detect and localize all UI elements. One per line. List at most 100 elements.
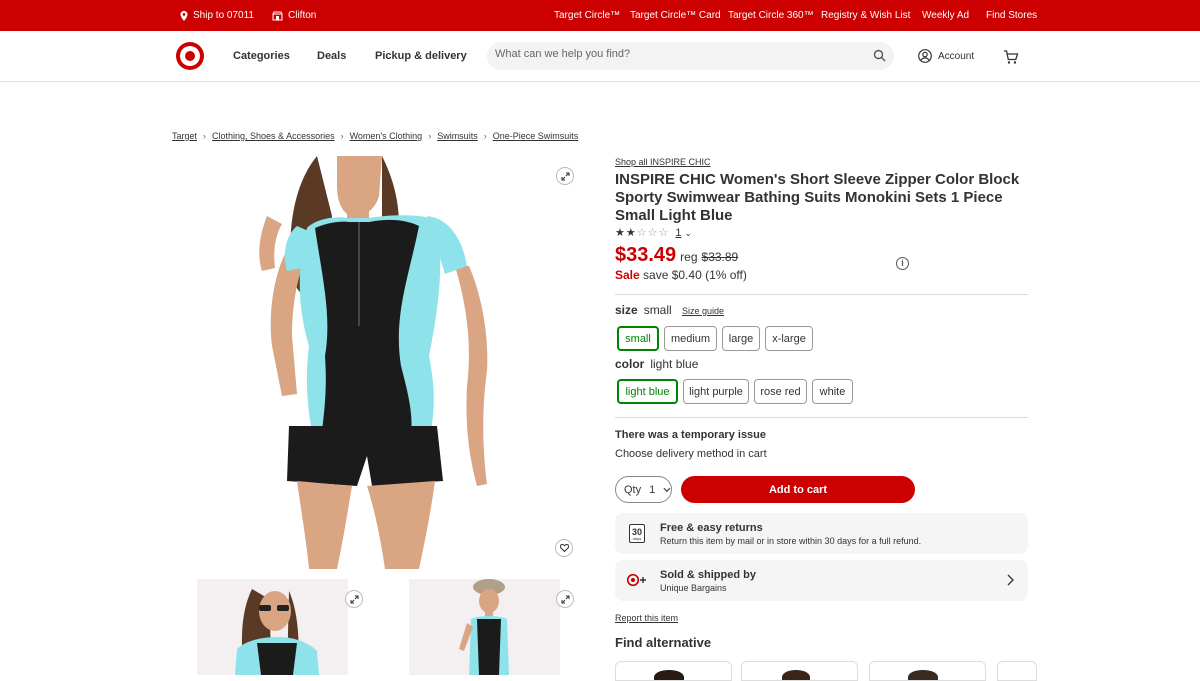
search-icon[interactable] (873, 49, 886, 62)
seller-card[interactable]: Sold & shipped by Unique Bargains (615, 560, 1028, 601)
size-heading: size (615, 303, 638, 317)
fulfillment-choose-text: Choose delivery method in cart (615, 448, 767, 460)
main-product-image[interactable] (197, 156, 577, 569)
price-block: $33.49 reg $33.89 (615, 244, 738, 267)
expand-thumbnail-2-button[interactable] (556, 590, 574, 608)
reg-label: reg (680, 250, 698, 264)
size-guide-link[interactable]: Size guide (682, 306, 724, 316)
expand-icon (561, 595, 569, 603)
target-circle-360-link[interactable]: Target Circle 360™ (728, 10, 814, 21)
target-circle-card-link[interactable]: Target Circle™ Card (630, 10, 721, 21)
thumbnail-model-image (409, 579, 560, 675)
store-icon (272, 11, 283, 20)
returns-title: Free & easy returns (660, 522, 763, 534)
savings-text: save $0.40 (1% off) (643, 268, 747, 282)
chevron-down-icon (663, 487, 671, 492)
size-option-medium[interactable]: medium (664, 326, 717, 351)
size-option-x-large[interactable]: x-large (765, 326, 813, 351)
weekly-ad-link[interactable]: Weekly Ad (922, 10, 969, 21)
chevron-right-icon: › (340, 131, 344, 141)
info-icon[interactable]: i (896, 257, 909, 270)
report-item-link[interactable]: Report this item (615, 613, 678, 623)
returns-card: 30 days Free & easy returns Return this … (615, 513, 1028, 554)
alternative-product-card[interactable] (869, 661, 986, 681)
sale-savings: Sale save $0.40 (1% off) (615, 268, 747, 282)
size-selected: small (643, 303, 672, 317)
target-plus-icon (627, 573, 646, 587)
qty-label: Qty (624, 483, 642, 496)
size-label: size small (615, 303, 672, 317)
star-empty-icon: ☆ (658, 226, 669, 239)
find-stores-link[interactable]: Find Stores (986, 10, 1037, 21)
find-alternative-heading: Find alternative (615, 635, 712, 650)
chevron-right-icon: › (203, 131, 207, 141)
seller-title: Sold & shipped by (660, 569, 756, 581)
breadcrumb: Target › Clothing, Shoes & Accessories ›… (172, 131, 578, 141)
nav-categories[interactable]: Categories (233, 50, 290, 62)
divider (615, 417, 1028, 418)
account-button[interactable]: Account (918, 49, 974, 63)
qty-value: 1 (649, 483, 656, 496)
regular-price: $33.89 (701, 250, 739, 264)
main-header: Categories Deals Pickup & delivery Accou… (0, 31, 1200, 82)
expand-icon (561, 172, 569, 180)
size-option-large[interactable]: large (722, 326, 760, 351)
product-title: INSPIRE CHIC Women's Short Sleeve Zipper… (615, 171, 1020, 224)
divider (615, 294, 1028, 295)
chevron-right-icon: › (483, 131, 487, 141)
nav-deals[interactable]: Deals (317, 50, 346, 62)
breadcrumb-swimsuits[interactable]: Swimsuits (437, 131, 478, 141)
alternative-product-card[interactable] (997, 661, 1037, 681)
color-option-light-blue[interactable]: light blue (617, 379, 678, 404)
color-selected: light blue (650, 357, 699, 371)
favorite-button[interactable] (555, 539, 573, 557)
star-filled-icon: ★ (625, 226, 636, 239)
calendar-30-icon: 30 days (629, 524, 645, 543)
color-label: color light blue (615, 357, 698, 371)
alternative-product-card[interactable] (615, 661, 732, 681)
color-option-white[interactable]: white (812, 379, 853, 404)
seller-name: Unique Bargains (660, 583, 727, 593)
shop-all-brand-link[interactable]: Shop all INSPIRE CHIC (615, 157, 711, 167)
chevron-right-icon (1007, 574, 1014, 586)
store-link[interactable]: Clifton (272, 10, 316, 21)
search-bar (487, 42, 894, 70)
target-circle-link[interactable]: Target Circle™ (554, 10, 620, 21)
rating-summary[interactable]: ★ ★ ☆ ☆ ☆ 1 ⌄ (615, 227, 692, 239)
returns-text: Return this item by mail or in store wit… (660, 536, 922, 546)
color-heading: color (615, 357, 645, 371)
breadcrumb-womens-clothing[interactable]: Women's Clothing (350, 131, 423, 141)
fulfillment-issue-heading: There was a temporary issue (615, 429, 767, 441)
product-thumbnail-2[interactable] (409, 579, 560, 675)
cart-icon[interactable] (1003, 49, 1019, 65)
star-filled-icon: ★ (615, 226, 625, 239)
search-input[interactable] (495, 48, 865, 60)
breadcrumb-target[interactable]: Target (172, 131, 197, 141)
quantity-select[interactable]: Qty 1 (615, 476, 672, 503)
swimsuit-model-illustration (259, 156, 488, 569)
rating-count[interactable]: 1 (675, 227, 681, 239)
breadcrumb-one-piece[interactable]: One-Piece Swimsuits (493, 131, 579, 141)
location-pin-icon (180, 10, 188, 21)
expand-thumbnail-1-button[interactable] (345, 590, 363, 608)
color-option-rose-red[interactable]: rose red (754, 379, 807, 404)
size-option-small[interactable]: small (617, 326, 659, 351)
breadcrumb-clothing[interactable]: Clothing, Shoes & Accessories (212, 131, 335, 141)
expand-image-button[interactable] (556, 167, 574, 185)
store-name: Clifton (288, 10, 317, 21)
color-option-light-purple[interactable]: light purple (683, 379, 749, 404)
product-thumbnail-1[interactable] (197, 579, 348, 675)
chevron-down-icon: ⌄ (684, 227, 693, 238)
registry-link[interactable]: Registry & Wish List (821, 10, 910, 21)
ship-to-link[interactable]: Ship to 07011 (180, 10, 254, 21)
top-utility-bar: Ship to 07011 Clifton Target Circle™ Tar… (0, 0, 1200, 31)
nav-pickup-delivery[interactable]: Pickup & delivery (375, 50, 467, 62)
add-to-cart-button[interactable]: Add to cart (681, 476, 915, 503)
star-empty-icon: ☆ (636, 226, 647, 239)
target-logo[interactable] (176, 42, 204, 70)
heart-icon (559, 544, 569, 552)
current-price: $33.49 (615, 244, 677, 266)
expand-icon (350, 595, 358, 603)
alternative-product-card[interactable] (741, 661, 858, 681)
thumbnail-model-image (197, 579, 348, 675)
